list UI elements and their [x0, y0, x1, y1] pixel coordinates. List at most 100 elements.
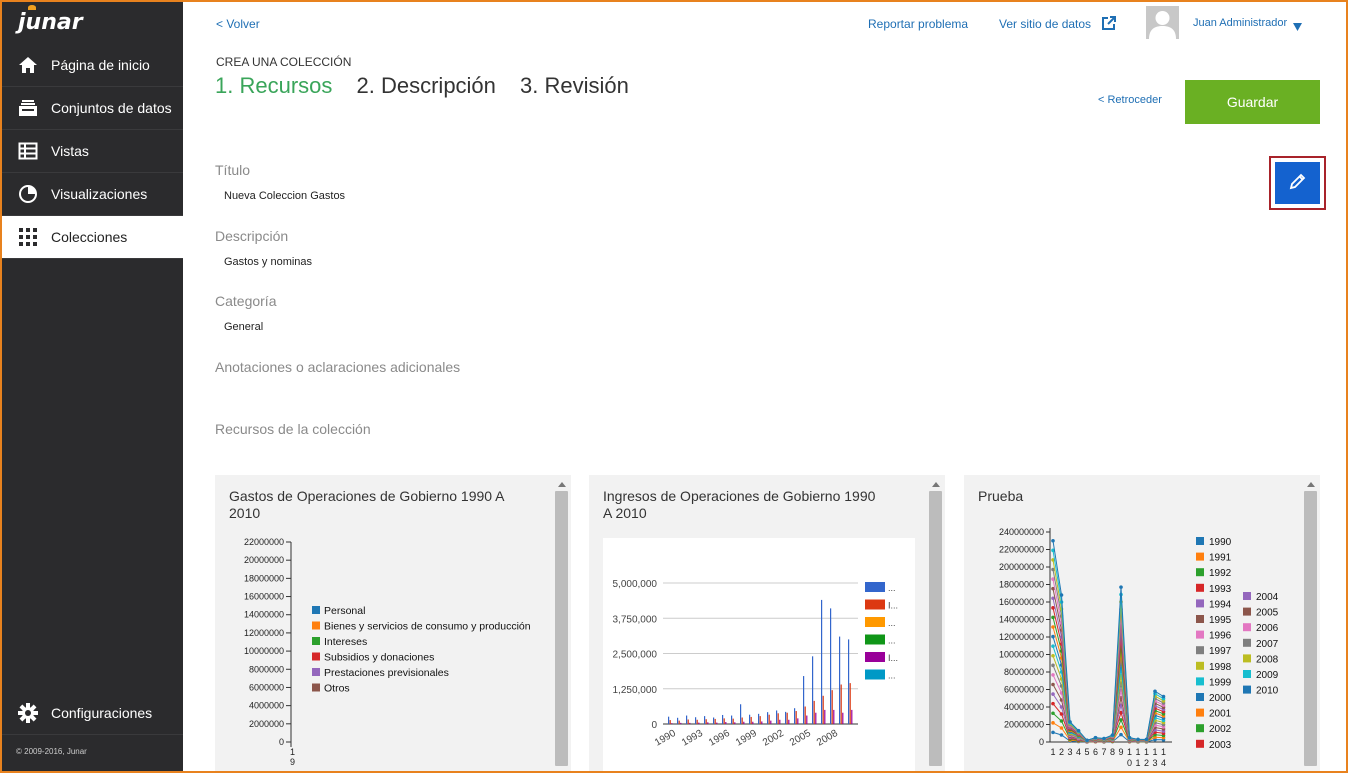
- legend-label: 2002: [1209, 724, 1232, 735]
- junar-logo[interactable]: junar: [18, 5, 83, 35]
- scroll-up-arrow-icon[interactable]: [1307, 482, 1315, 487]
- user-menu[interactable]: Juan Administrador: [1193, 17, 1287, 29]
- sidebar-item-collections[interactable]: Colecciones: [2, 216, 183, 259]
- bar: [732, 718, 734, 724]
- bar: [716, 722, 718, 724]
- back-link[interactable]: < Volver: [216, 17, 260, 31]
- bar: [813, 700, 815, 724]
- y-tick-label: 2,500,000: [613, 650, 658, 661]
- scroll-thumb[interactable]: [1304, 491, 1317, 766]
- sidebar-item-visualizations[interactable]: Visualizaciones: [2, 173, 183, 216]
- resources-label: Recursos de la colección: [215, 421, 371, 437]
- sidebar-item-views[interactable]: Vistas: [2, 130, 183, 173]
- legend-label: 1993: [1209, 584, 1232, 595]
- bar: [840, 684, 842, 724]
- bar: [750, 716, 752, 724]
- resource-card[interactable]: Gastos de Operaciones de Gobierno 1990 A…: [215, 475, 571, 773]
- bar: [785, 711, 787, 724]
- bar: [806, 715, 808, 724]
- bar: [743, 721, 745, 724]
- y-tick-label: 40000000: [1004, 702, 1044, 712]
- sidebar-item-settings[interactable]: Configuraciones: [2, 691, 183, 734]
- bar: [770, 720, 772, 724]
- legend-label: 2006: [1256, 623, 1279, 634]
- legend-label: 2004: [1256, 592, 1279, 603]
- scrollbar[interactable]: [555, 478, 568, 770]
- y-tick-label: 12000000: [244, 628, 284, 638]
- bar: [713, 717, 715, 724]
- scroll-up-arrow-icon[interactable]: [932, 482, 940, 487]
- resource-card[interactable]: Prueba 240000000 220000000 200000000 180000…: [964, 475, 1320, 773]
- x-tick-label: 4: [1076, 747, 1081, 757]
- x-tick-label: 1: [1135, 747, 1140, 757]
- legend-swatch: [312, 606, 320, 614]
- legend-swatch: [865, 634, 885, 645]
- chart-prueba: 2400000002200000002000000001800000001600…: [999, 527, 1279, 768]
- view-data-site-link[interactable]: Ver sitio de datos: [999, 17, 1091, 31]
- legend-swatch: [865, 617, 885, 627]
- legend-swatch: [1196, 739, 1204, 748]
- y-tick-label: 18000000: [244, 573, 284, 583]
- legend-swatch: [1196, 568, 1204, 577]
- chart-gastos: 2200000020000000180000001600000014000000…: [244, 537, 531, 767]
- x-tick-label: 0: [1127, 758, 1132, 768]
- bar: [680, 722, 682, 724]
- bar: [695, 717, 697, 724]
- user-name: Juan Administrador: [1193, 17, 1288, 29]
- bar: [821, 599, 823, 724]
- scrollbar[interactable]: [1304, 478, 1317, 770]
- save-button[interactable]: Guardar: [1185, 80, 1320, 124]
- legend-swatch: [865, 599, 885, 610]
- bar: [767, 712, 769, 724]
- data-point: [1144, 737, 1149, 742]
- resource-card[interactable]: Ingresos de Operaciones de Gobierno 1990…: [589, 475, 945, 773]
- y-tick-label: 100000000: [999, 650, 1044, 660]
- legend-swatch: [1243, 654, 1251, 663]
- y-tick-label: 16000000: [244, 592, 284, 602]
- caret-down-icon[interactable]: [1293, 18, 1302, 36]
- sidebar-item-label: Página de inicio: [51, 57, 150, 73]
- legend-label: ...: [888, 618, 896, 628]
- scroll-up-arrow-icon[interactable]: [558, 482, 566, 487]
- avatar[interactable]: [1146, 6, 1179, 39]
- description-value: Gastos y nominas: [224, 256, 313, 268]
- legend-label: ...: [888, 671, 896, 681]
- legend-swatch: [1243, 592, 1251, 600]
- legend-label: 1990: [1209, 537, 1232, 548]
- x-tick-label: 8: [1110, 747, 1115, 757]
- scroll-thumb[interactable]: [555, 491, 568, 766]
- x-tick-label: 2: [1059, 747, 1064, 757]
- edit-button[interactable]: [1275, 162, 1320, 204]
- sidebar-item-datasets[interactable]: Conjuntos de datos: [2, 87, 183, 130]
- data-point: [1051, 625, 1055, 629]
- sidebar-item-label: Visualizaciones: [51, 186, 148, 202]
- bar: [669, 720, 671, 724]
- legend-swatch: [1196, 677, 1204, 686]
- x-tick-label: 7: [1101, 747, 1106, 757]
- data-point: [1051, 634, 1055, 639]
- view-data-site-label: Ver sitio de datos: [999, 17, 1092, 31]
- series-line: [1052, 540, 1164, 741]
- step-review[interactable]: 3. Revisión: [520, 73, 629, 98]
- step-description[interactable]: 2. Descripción: [357, 73, 496, 98]
- sidebar-item-home[interactable]: Página de inicio: [2, 44, 183, 87]
- sidebar-nav: Página de inicio Conjuntos de datos Vist…: [2, 44, 183, 723]
- data-point: [1059, 726, 1064, 730]
- legend-swatch: [312, 652, 320, 661]
- bar: [797, 718, 799, 724]
- sidebar-item-label: Colecciones: [51, 229, 128, 245]
- scroll-thumb[interactable]: [929, 491, 942, 766]
- scrollbar[interactable]: [929, 478, 942, 770]
- data-point: [1051, 606, 1055, 610]
- bar: [725, 722, 727, 724]
- step-resources[interactable]: 1. Recursos: [215, 73, 332, 98]
- y-tick-label: 180000000: [999, 580, 1044, 590]
- data-point: [1093, 735, 1098, 740]
- step-back-link[interactable]: < Retroceder: [1098, 94, 1162, 106]
- data-point: [1068, 720, 1072, 724]
- bar: [687, 719, 689, 724]
- x-tick-label: 3: [1152, 758, 1157, 768]
- report-problem-link[interactable]: Reportar problema: [868, 17, 968, 31]
- bar: [803, 676, 805, 724]
- x-tick-label: 4: [1161, 758, 1166, 768]
